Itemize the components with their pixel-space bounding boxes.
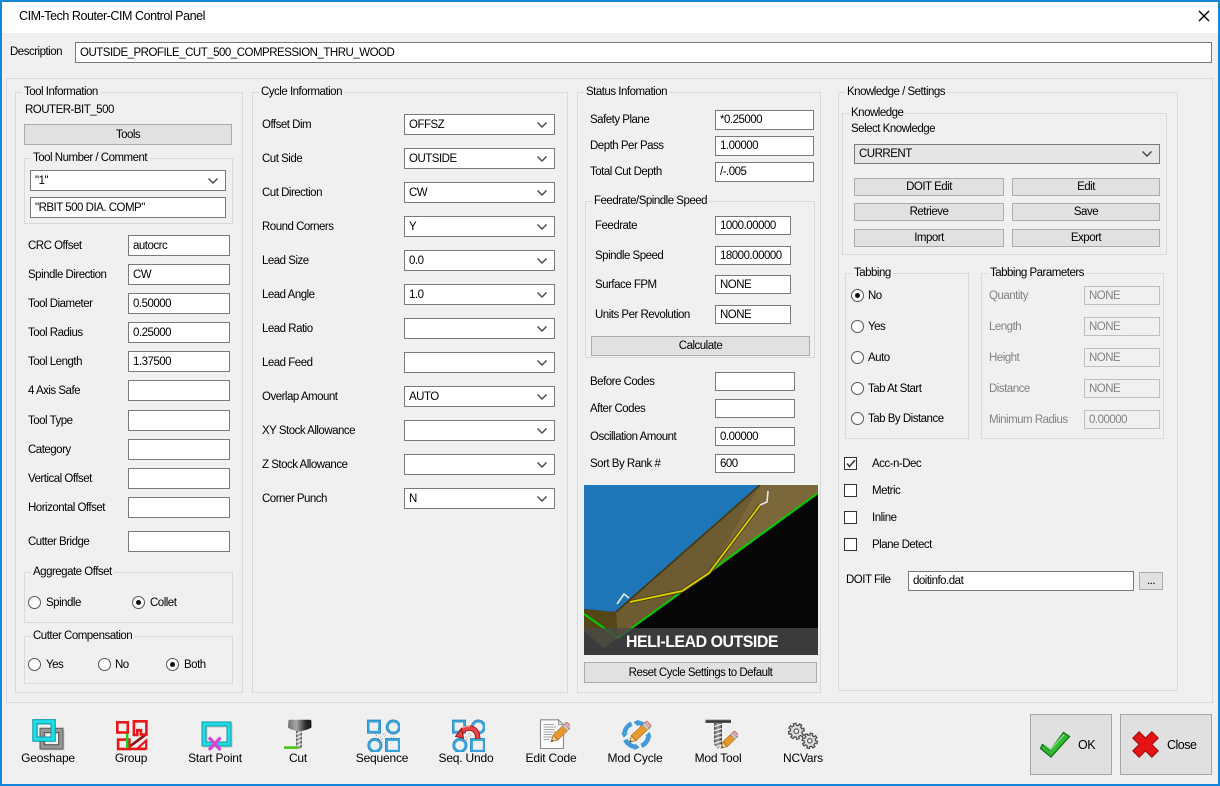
svg-text:HELI-LEAD OUTSIDE: HELI-LEAD OUTSIDE [626, 632, 778, 651]
